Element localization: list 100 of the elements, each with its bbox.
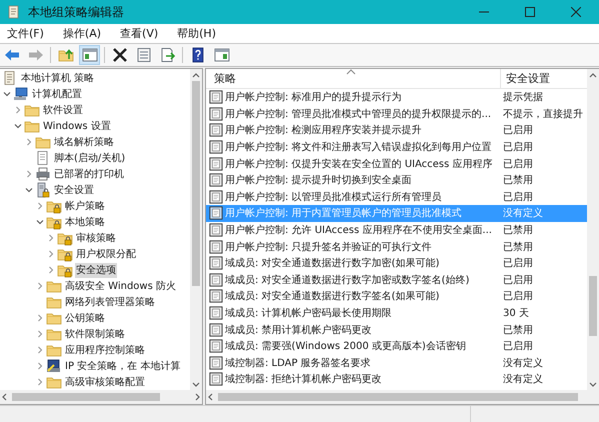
computer-icon bbox=[13, 86, 29, 102]
tree-item[interactable]: 网络列表管理器策略 bbox=[64, 294, 156, 310]
tree-item[interactable]: 帐户策略 bbox=[64, 198, 106, 214]
chevron-down-icon[interactable] bbox=[24, 185, 34, 195]
policy-name: 域成员: 对安全通道数据进行数字加密(如果可能) bbox=[225, 258, 440, 270]
horizontal-scrollbar[interactable] bbox=[0, 390, 202, 404]
list-row[interactable]: 域控制器: LDAP 服务器签名要求 没有定义 bbox=[206, 354, 587, 372]
security-setting: 已启用 bbox=[503, 340, 533, 354]
tree-item[interactable]: 公钥策略 bbox=[64, 310, 106, 326]
scrollbar-thumb[interactable] bbox=[589, 276, 597, 336]
tree-item[interactable]: 本地策略 bbox=[64, 214, 106, 230]
menu-item[interactable]: 帮助(H) bbox=[172, 26, 222, 41]
list-row[interactable]: 用户帐户控制: 标准用户的提升提示行为 提示凭据 bbox=[206, 89, 587, 106]
policy-icon bbox=[209, 140, 223, 154]
security-setting: 已禁用 bbox=[503, 174, 533, 188]
policy-icon bbox=[209, 356, 223, 370]
policy-name: 用户帐户控制: 将文件和注册表写入错误虚拟化到每用户位置 bbox=[225, 142, 492, 154]
menu-item[interactable]: 查看(V) bbox=[115, 26, 164, 41]
list-row[interactable]: 域控制器: 拒绝计算机帐户密码更改 没有定义 bbox=[206, 371, 587, 388]
vertical-scrollbar[interactable] bbox=[190, 69, 202, 390]
list-row[interactable]: 域成员: 对安全通道数据进行数字加密或数字签名(始终) 已启用 bbox=[206, 272, 587, 288]
security-setting: 已启用 bbox=[503, 274, 533, 287]
policy-name: 用户帐户控制: 标准用户的提升提示行为 bbox=[225, 92, 402, 104]
chevron-down-icon[interactable] bbox=[2, 89, 12, 99]
scrollbar-thumb[interactable] bbox=[12, 393, 160, 401]
tree-item[interactable]: 审核策略 bbox=[75, 230, 117, 246]
tree-item[interactable]: Windows 设置 bbox=[42, 118, 112, 134]
chevron-right-icon[interactable] bbox=[24, 169, 34, 179]
security-setting: 已禁用 bbox=[503, 224, 533, 238]
policy-name: 域成员: 对安全通道数据进行数字加密或数字签名(始终) bbox=[225, 274, 470, 286]
list-row[interactable]: 用户帐户控制: 将文件和注册表写入错误虚拟化到每用户位置 已启用 bbox=[206, 138, 587, 156]
security-setting: 不提示，直接提升 bbox=[503, 108, 583, 121]
tree-item[interactable]: 应用程序控制策略 bbox=[64, 342, 146, 358]
list-row[interactable]: 域成员: 需要强(Windows 2000 或更高版本)会话密钥 已启用 bbox=[206, 338, 587, 354]
list-row[interactable]: 用户帐户控制: 以管理员批准模式运行所有管理员 已启用 bbox=[206, 188, 587, 206]
menu-item[interactable]: 操作(A) bbox=[58, 26, 108, 41]
tree-item[interactable]: 安全选项 bbox=[75, 262, 117, 278]
chevron-down-icon[interactable] bbox=[13, 121, 23, 131]
scrollbar-thumb[interactable] bbox=[192, 81, 200, 286]
scrollbar-thumb[interactable] bbox=[218, 393, 578, 401]
list-row[interactable]: 域成员: 计算机帐户密码最长使用期限 30 天 bbox=[206, 304, 587, 322]
tree-item[interactable]: 高级安全 Windows 防火 bbox=[64, 278, 177, 294]
policy-icon bbox=[209, 190, 223, 204]
policy-name: 用户帐户控制: 以管理员批准模式运行所有管理员 bbox=[225, 192, 442, 203]
chevron-right-icon[interactable] bbox=[46, 265, 56, 275]
list-row[interactable]: 用户帐户控制: 管理员批准模式中管理员的提升权限提示的... 不提示，直接提升 bbox=[206, 106, 587, 122]
tree-item[interactable]: 安全设置 bbox=[53, 182, 95, 198]
policy-icon bbox=[209, 123, 223, 138]
chevron-right-icon[interactable] bbox=[35, 313, 45, 323]
vertical-scrollbar[interactable] bbox=[587, 69, 599, 390]
list-row[interactable]: 用户帐户控制: 只提升签名并验证的可执行文件 已禁用 bbox=[206, 238, 587, 255]
tree-item[interactable]: IP 安全策略，在 本地计算 bbox=[64, 358, 182, 374]
security-setting: 没有定义 bbox=[503, 206, 543, 220]
column-header[interactable]: 策略 bbox=[206, 69, 501, 88]
policy-icon bbox=[209, 156, 223, 171]
policy-icon bbox=[209, 106, 223, 121]
list-row[interactable]: 用户帐户控制: 检测应用程序安装并提示提升 已启用 bbox=[206, 122, 587, 139]
chevron-right-icon[interactable] bbox=[35, 329, 45, 339]
chevron-right-icon[interactable] bbox=[46, 233, 56, 243]
policy-icon bbox=[209, 322, 223, 337]
chevron-down-icon[interactable] bbox=[35, 217, 45, 227]
policy-icon bbox=[209, 289, 223, 304]
tree-item[interactable]: 脚本(启动/关机) bbox=[53, 150, 126, 166]
policy-name: 域控制器: 拒绝计算机帐户密码更改 bbox=[225, 374, 382, 386]
menu-item[interactable]: 文件(F) bbox=[2, 26, 50, 41]
tree-item[interactable]: 域名解析策略 bbox=[53, 134, 115, 150]
security-setting: 已启用 bbox=[503, 140, 533, 154]
policy-name: 用户帐户控制: 检测应用程序安装并提示提升 bbox=[225, 125, 422, 136]
security-setting: 已启用 bbox=[503, 290, 533, 304]
maximize-icon bbox=[525, 7, 535, 17]
list-row[interactable]: 用户帐户控制: 仅提升安装在安全位置的 UIAccess 应用程序 已启用 bbox=[206, 155, 587, 172]
chevron-right-icon[interactable] bbox=[35, 377, 45, 387]
policy-name: 用户帐户控制: 仅提升安装在安全位置的 UIAccess 应用程序 bbox=[225, 158, 492, 170]
list-row[interactable]: 用户帐户控制: 提示提升时切换到安全桌面 已禁用 bbox=[206, 172, 587, 189]
chevron-right-icon[interactable] bbox=[46, 249, 56, 259]
tree-item[interactable]: 本地计算机 策略 bbox=[20, 70, 96, 86]
tree-item[interactable]: 计算机配置 bbox=[31, 86, 83, 102]
policy-icon bbox=[209, 173, 223, 188]
tree-item[interactable]: 高级审核策略配置 bbox=[64, 374, 146, 390]
policy-icon bbox=[209, 240, 223, 254]
list-row[interactable]: 域成员: 对安全通道数据进行数字加密(如果可能) 已启用 bbox=[206, 254, 587, 272]
chevron-right-icon[interactable] bbox=[35, 361, 45, 371]
security-setting: 已启用 bbox=[503, 124, 533, 138]
chevron-right-icon[interactable] bbox=[24, 137, 34, 147]
list-row[interactable]: 域成员: 对安全通道数据进行数字签名(如果可能) 已启用 bbox=[206, 288, 587, 305]
chevron-right-icon[interactable] bbox=[35, 201, 45, 211]
horizontal-scrollbar[interactable] bbox=[206, 390, 599, 404]
chevron-right-icon[interactable] bbox=[35, 345, 45, 355]
chevron-right-icon[interactable] bbox=[13, 105, 23, 115]
printer-icon bbox=[35, 166, 51, 182]
tree-item[interactable]: 软件限制策略 bbox=[64, 326, 126, 342]
list-row[interactable]: 域成员: 禁用计算机帐户密码更改 已禁用 bbox=[206, 321, 587, 338]
tree-item[interactable]: 已部署的打印机 bbox=[53, 166, 125, 182]
tree-item[interactable]: 用户权限分配 bbox=[75, 246, 137, 262]
tree-item[interactable]: 软件设置 bbox=[42, 102, 84, 118]
column-header[interactable]: 安全设置 bbox=[501, 69, 587, 88]
policy-icon bbox=[209, 339, 223, 354]
list-row[interactable]: 用户帐户控制: 允许 UIAccess 应用程序在不使用安全桌面... 已禁用 bbox=[206, 222, 587, 238]
policy-name: 用户帐户控制: 提示提升时切换到安全桌面 bbox=[225, 175, 412, 186]
chevron-right-icon[interactable] bbox=[35, 281, 45, 291]
